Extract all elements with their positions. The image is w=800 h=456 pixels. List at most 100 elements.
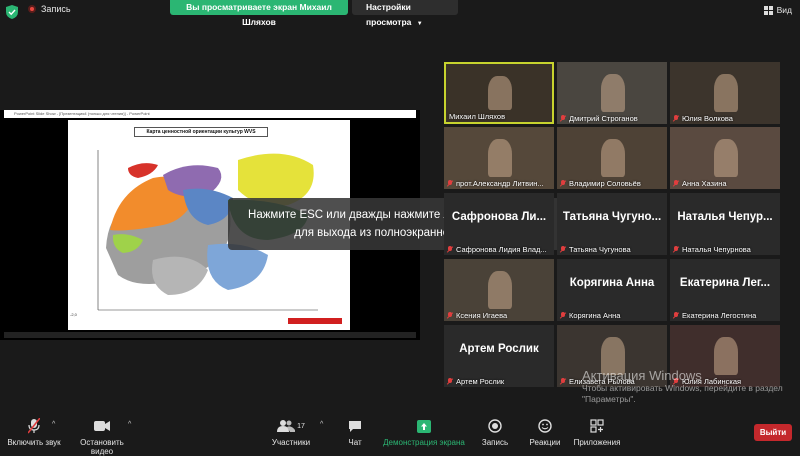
participant-tile[interactable]: Наталья Чепур... Наталья Чепурнова [670, 193, 780, 255]
participant-name: Артем Рослик [447, 377, 504, 386]
participant-tile[interactable]: Артем Рослик Артем Рослик [444, 325, 554, 387]
view-button[interactable]: Вид [763, 5, 792, 15]
participant-display-name: Екатерина Лег... [679, 277, 771, 289]
shield-icon[interactable] [6, 5, 18, 19]
participant-name-label: прот.Александр Литвин... [456, 179, 544, 188]
participant-video [714, 74, 739, 112]
mic-muted-icon [673, 115, 679, 122]
mic-muted-icon [447, 312, 453, 319]
chat-button[interactable]: Чат [340, 418, 370, 447]
participant-video [488, 75, 512, 111]
ppt-title-bar: PowerPoint Slide Show - [Презентация4 (т… [4, 110, 416, 118]
record-button-label: Запись [481, 438, 509, 447]
mic-muted-icon [560, 115, 566, 122]
participant-name: Корягина Анна [560, 311, 620, 320]
ppt-status-bar [4, 332, 416, 338]
slide-red-bar [288, 318, 342, 324]
chat-icon [349, 420, 361, 432]
participant-name: Владимир Соловьёв [560, 179, 641, 188]
record-label: Запись [41, 4, 71, 14]
participant-tile[interactable]: Татьяна Чугуно... Татьяна Чугунова [557, 193, 667, 255]
apps-label: Приложения [573, 438, 621, 447]
windows-activation-body: Чтобы активировать Windows, перейдите в … [582, 383, 783, 404]
mic-muted-icon [560, 312, 566, 319]
stop-video-label: Остановить видео [80, 438, 124, 456]
svg-text:-2,0: -2,0 [70, 312, 78, 317]
participant-tile[interactable]: Ксения Игаева [444, 259, 554, 321]
participant-name: Татьяна Чугунова [560, 245, 631, 254]
participant-video [714, 139, 739, 177]
mic-muted-icon [447, 246, 453, 253]
record-dot-icon [28, 5, 36, 13]
participant-display-name: Татьяна Чугуно... [562, 211, 662, 223]
participant-name-label: Сафронова Лидия Влад... [456, 245, 547, 254]
mic-muted-icon [673, 246, 679, 253]
recording-indicator[interactable]: Запись [28, 4, 71, 14]
stop-video-button[interactable]: Остановить видео [68, 418, 136, 456]
participant-video [488, 271, 513, 309]
meeting-toolbar: Включить звук ^ Остановить видео ^ 17 Уч… [0, 412, 800, 456]
top-bar: Запись Вы просматриваете экран Михаил Шл… [0, 0, 800, 27]
share-screen-button[interactable]: Демонстрация экрана [382, 418, 466, 447]
participant-tile[interactable]: Владимир Соловьёв [557, 127, 667, 189]
record-button[interactable]: Запись [478, 418, 512, 447]
participant-name: Юлия Волкова [673, 114, 733, 123]
participant-name: Михаил Шляхов [449, 112, 505, 121]
reactions-button[interactable]: Реакции [526, 418, 564, 447]
participants-button[interactable]: 17 Участники [268, 418, 314, 447]
participant-tile[interactable]: Екатерина Лег... Екатерина Легостина [670, 259, 780, 321]
participant-tile[interactable]: прот.Александр Литвин... [444, 127, 554, 189]
participant-video [601, 139, 626, 177]
participant-name: Анна Хазина [673, 179, 727, 188]
participant-name-label: Анна Хазина [682, 179, 727, 188]
participant-name: Дмитрий Строганов [560, 114, 638, 123]
participant-tile[interactable]: Михаил Шляхов [444, 62, 554, 124]
participant-name-label: Артем Рослик [456, 377, 505, 386]
participant-video [601, 74, 626, 112]
audio-options-chevron-icon[interactable]: ^ [52, 421, 55, 428]
participants-icon [277, 420, 296, 432]
view-settings-button[interactable]: Настройки просмотра ▼ [352, 0, 458, 27]
participant-name-label: Владимир Соловьёв [569, 179, 641, 188]
participant-display-name: Артем Рослик [459, 343, 539, 355]
smiley-icon [538, 419, 552, 433]
participant-name-label: Михаил Шляхов [449, 112, 506, 121]
participants-label: Участники [271, 438, 311, 447]
record-icon [488, 419, 502, 433]
participant-display-name: Наталья Чепур... [677, 211, 773, 223]
participant-name: Наталья Чепурнова [673, 245, 751, 254]
participants-count: 17 [297, 422, 305, 430]
mic-muted-icon [447, 180, 453, 187]
mic-muted-icon [560, 180, 566, 187]
participant-name-label: Наталья Чепурнова [682, 245, 751, 254]
participant-tile[interactable]: Сафронова Ли... Сафронова Лидия Влад... [444, 193, 554, 255]
leave-meeting-button[interactable]: Выйти [754, 424, 792, 441]
mic-muted-icon [560, 246, 566, 253]
view-settings-label: Настройки просмотра [366, 2, 412, 27]
participant-name-label: Дмитрий Строганов [569, 114, 638, 123]
mic-muted-icon [447, 378, 453, 385]
participant-name: прот.Александр Литвин... [447, 179, 544, 188]
reactions-label: Реакции [529, 438, 561, 447]
windows-activation-watermark: Активация Windows Чтобы активировать Win… [582, 368, 792, 405]
grid-view-icon [763, 5, 773, 15]
participant-tile[interactable]: Корягина Анна Корягина Анна [557, 259, 667, 321]
share-screen-icon [417, 419, 431, 433]
participant-tile[interactable]: Юлия Волкова [670, 62, 780, 124]
apps-icon [590, 419, 604, 433]
participant-name: Екатерина Легостина [673, 311, 756, 320]
apps-button[interactable]: Приложения [572, 418, 622, 447]
participants-options-chevron-icon[interactable]: ^ [320, 421, 323, 428]
video-options-chevron-icon[interactable]: ^ [128, 421, 131, 428]
windows-activation-title: Активация Windows [582, 368, 702, 383]
chat-label: Чат [348, 438, 362, 447]
participant-name: Сафронова Лидия Влад... [447, 245, 547, 254]
unmute-label: Включить звук [7, 438, 61, 447]
participant-name-label: Ксения Игаева [456, 311, 508, 320]
participant-display-name: Сафронова Ли... [451, 211, 547, 223]
participant-tile[interactable]: Анна Хазина [670, 127, 780, 189]
mic-muted-icon [28, 418, 40, 434]
chevron-down-icon: ▼ [416, 21, 423, 27]
participant-tile[interactable]: Дмитрий Строганов [557, 62, 667, 124]
participant-name-label: Юлия Волкова [682, 114, 733, 123]
